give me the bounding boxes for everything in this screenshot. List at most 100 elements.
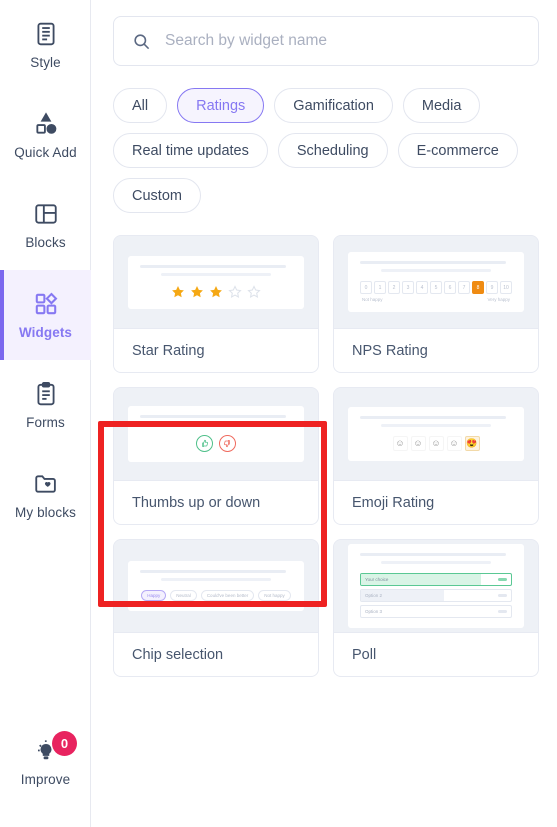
widget-preview (114, 388, 318, 480)
forms-icon (33, 381, 59, 407)
widget-name: Poll (352, 646, 377, 663)
sidebar-item-label: Style (30, 54, 61, 70)
filter-chip-e-commerce[interactable]: E-commerce (397, 133, 518, 168)
preview-line (381, 424, 491, 427)
widget-card-nps-rating[interactable]: 0 1 2 3 4 5 6 7 8 9 10 Not happy Very ha… (333, 235, 539, 373)
star-filled-icon (210, 285, 222, 297)
preview-line (161, 272, 271, 276)
widget-name: Thumbs up or down (132, 494, 261, 511)
poll-preview: Your choice Option 2 Option 3 (360, 573, 512, 618)
my-blocks-icon (33, 471, 59, 497)
preview-line (140, 415, 286, 418)
sidebar-item-blocks[interactable]: Blocks (0, 180, 91, 270)
thumbs-up-icon (196, 435, 213, 452)
preview-line (360, 261, 506, 264)
poll-option-bar (498, 578, 507, 581)
filter-chip-real-time-updates[interactable]: Real time updates (113, 133, 268, 168)
thumbs-preview (196, 435, 236, 452)
emoji-option: ☺ (428, 436, 444, 451)
category-filter-chips: All Ratings Gamification Media Real time… (113, 88, 539, 213)
filter-chip-media[interactable]: Media (402, 88, 481, 123)
widget-card-footer: Emoji Rating (334, 480, 538, 524)
poll-option-label: Option 3 (365, 609, 383, 614)
widget-library-screen: Style Quick Add Blocks Widgets Forms My … (0, 0, 557, 827)
widget-card-footer: Thumbs up or down (114, 480, 318, 524)
search-input[interactable] (165, 32, 520, 50)
improve-badge: 0 (52, 731, 77, 756)
poll-option-bar (498, 594, 507, 597)
nps-box: 10 (500, 281, 512, 294)
emoji-rating-preview: ☺ ☺ ☺ ☺ 😍 (392, 436, 480, 451)
nps-box: 1 (374, 281, 386, 294)
chip-selection-preview: Happy Neutral Could've been better Not h… (141, 590, 291, 601)
nps-box: 9 (486, 281, 498, 294)
sidebar-item-widgets[interactable]: Widgets (0, 270, 91, 360)
preview-line (360, 416, 506, 419)
nps-box: 6 (444, 281, 456, 294)
preview-chip: Not happy (258, 590, 291, 601)
widget-card-footer: NPS Rating (334, 328, 538, 372)
emoji-option: ☺ (446, 436, 462, 451)
nps-box: 0 (360, 281, 372, 294)
preview-line (381, 269, 491, 272)
widget-card-star-rating[interactable]: Star Rating (113, 235, 319, 373)
star-empty-icon (228, 284, 242, 298)
emoji-option: ☺ (410, 436, 426, 451)
preview-line (161, 578, 271, 581)
widget-card-chip-selection[interactable]: Happy Neutral Could've been better Not h… (113, 539, 319, 677)
filter-chip-ratings[interactable]: Ratings (177, 88, 265, 123)
nps-box: 5 (430, 281, 442, 294)
sidebar-item-label: Blocks (25, 234, 66, 250)
preview-line (381, 561, 491, 564)
preview-line (140, 264, 286, 268)
sidebar-item-label: Quick Add (14, 144, 77, 160)
poll-option-selected: Your choice (360, 573, 512, 586)
emoji-option-selected: 😍 (464, 436, 480, 451)
sidebar-item-my-blocks[interactable]: My blocks (0, 450, 91, 540)
preview-line (360, 553, 506, 556)
widget-preview: ☺ ☺ ☺ ☺ 😍 (334, 388, 538, 480)
star-rating-preview (171, 284, 261, 299)
widgets-icon (33, 291, 59, 317)
widget-name: NPS Rating (352, 342, 428, 359)
widget-card-footer: Star Rating (114, 328, 318, 372)
nps-box: 4 (416, 281, 428, 294)
emoji-option: ☺ (392, 436, 408, 451)
star-empty-icon (247, 284, 261, 298)
sidebar-item-label: Forms (26, 414, 65, 430)
nps-high-label: Very happy (487, 297, 510, 302)
nps-box-selected: 8 (472, 281, 484, 294)
filter-chip-all[interactable]: All (113, 88, 168, 123)
preview-chip: Could've been better (200, 590, 255, 601)
poll-option: Option 2 (360, 589, 512, 602)
sidebar-item-label: Widgets (18, 324, 73, 340)
sidebar-item-improve[interactable]: 0 Improve (0, 717, 91, 807)
sidebar-item-quick-add[interactable]: Quick Add (0, 90, 91, 180)
widget-name: Star Rating (132, 342, 205, 359)
filter-chip-custom[interactable]: Custom (113, 178, 201, 213)
widget-preview (114, 236, 318, 328)
quick-add-icon (33, 111, 59, 137)
widget-preview: Your choice Option 2 Option 3 (334, 540, 538, 632)
sidebar-item-forms[interactable]: Forms (0, 360, 91, 450)
thumbs-down-icon (219, 435, 236, 452)
style-icon (33, 21, 59, 47)
blocks-icon (33, 201, 59, 227)
filter-chip-gamification[interactable]: Gamification (274, 88, 393, 123)
sidebar-item-style[interactable]: Style (0, 0, 91, 90)
preview-chip: Neutral (170, 590, 197, 601)
widget-card-emoji-rating[interactable]: ☺ ☺ ☺ ☺ 😍 Emoji Rating (333, 387, 539, 525)
widget-name: Chip selection (132, 646, 224, 663)
nps-box: 3 (402, 281, 414, 294)
star-filled-icon (191, 285, 203, 297)
widget-name: Emoji Rating (352, 494, 435, 511)
nps-low-label: Not happy (362, 297, 383, 302)
widget-card-poll[interactable]: Your choice Option 2 Option 3 Poll (333, 539, 539, 677)
filter-chip-scheduling[interactable]: Scheduling (277, 133, 388, 168)
search-bar[interactable] (113, 16, 539, 66)
widget-card-footer: Chip selection (114, 632, 318, 676)
poll-option-label: Option 2 (365, 593, 383, 598)
preview-line (161, 423, 271, 426)
widget-card-thumbs-up-or-down[interactable]: Thumbs up or down (113, 387, 319, 525)
widgets-panel: All Ratings Gamification Media Real time… (91, 0, 557, 827)
